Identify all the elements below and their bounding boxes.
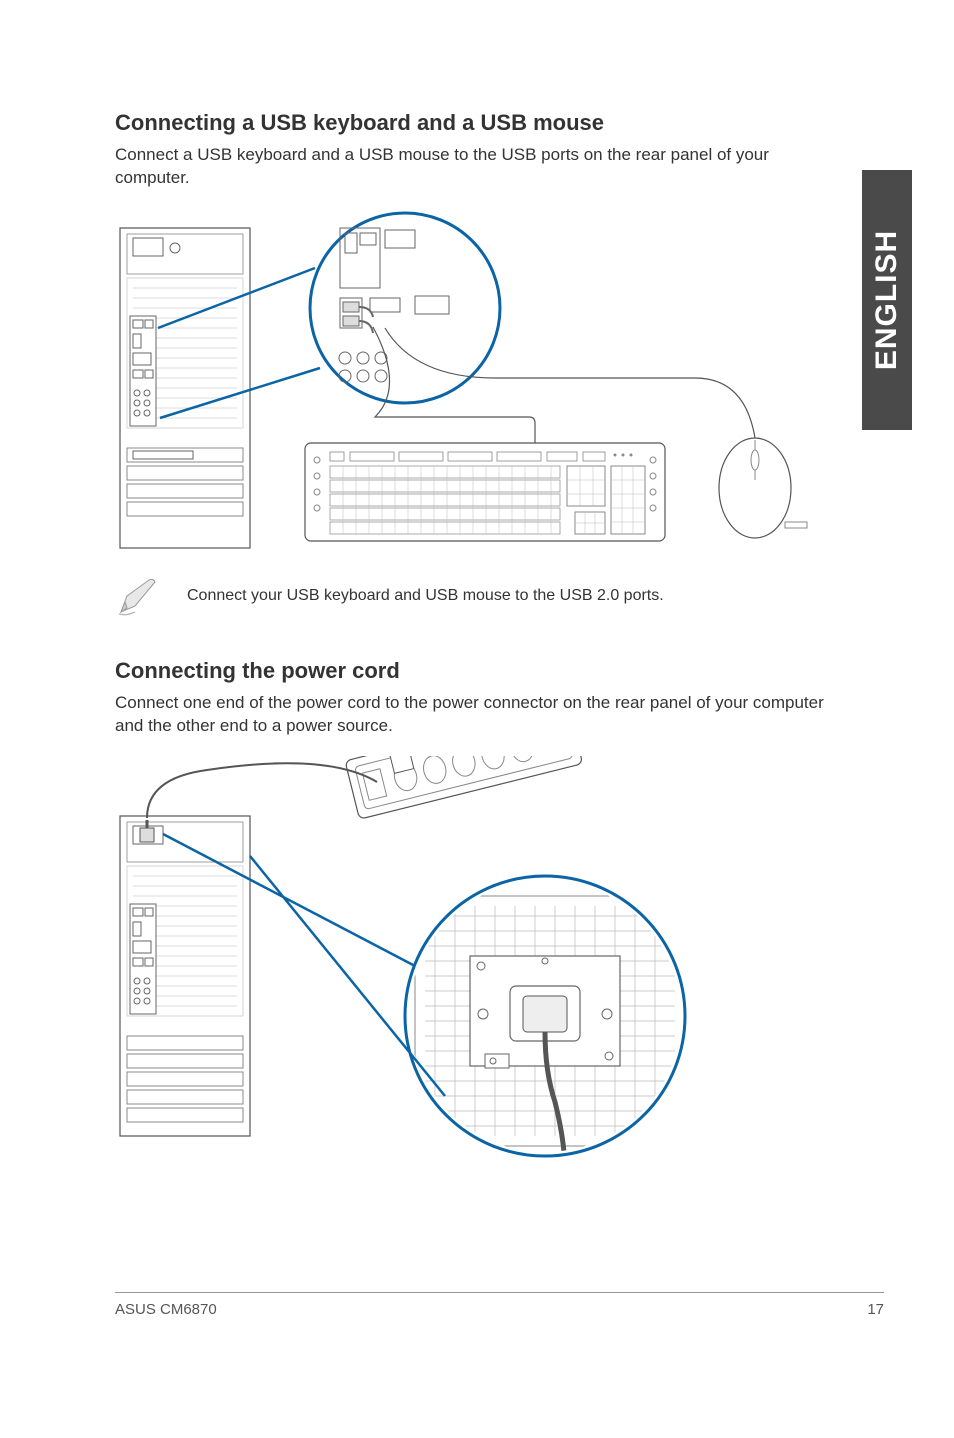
language-tab-label: ENGLISH xyxy=(870,230,904,370)
usb-keyboard-mouse-diagram xyxy=(115,208,840,558)
section1-heading: Connecting a USB keyboard and a USB mous… xyxy=(115,110,840,136)
power-strip-illustration xyxy=(341,756,583,819)
section2-body: Connect one end of the power cord to the… xyxy=(115,692,840,738)
pencil-note-icon xyxy=(115,574,159,618)
section2-heading: Connecting the power cord xyxy=(115,658,840,684)
computer-tower-illustration-2 xyxy=(120,816,250,1136)
page-content: Connecting a USB keyboard and a USB mous… xyxy=(115,110,840,1212)
page-footer: ASUS CM6870 17 xyxy=(115,1292,884,1318)
footer-model: ASUS CM6870 xyxy=(115,1301,217,1318)
note-text: Connect your USB keyboard and USB mouse … xyxy=(187,587,664,605)
computer-tower-illustration xyxy=(120,228,250,548)
note-row: Connect your USB keyboard and USB mouse … xyxy=(115,574,840,618)
power-cord-diagram xyxy=(115,756,840,1196)
language-tab: ENGLISH xyxy=(862,170,912,430)
section1-body: Connect a USB keyboard and a USB mouse t… xyxy=(115,144,840,190)
footer-page-number: 17 xyxy=(867,1301,884,1318)
